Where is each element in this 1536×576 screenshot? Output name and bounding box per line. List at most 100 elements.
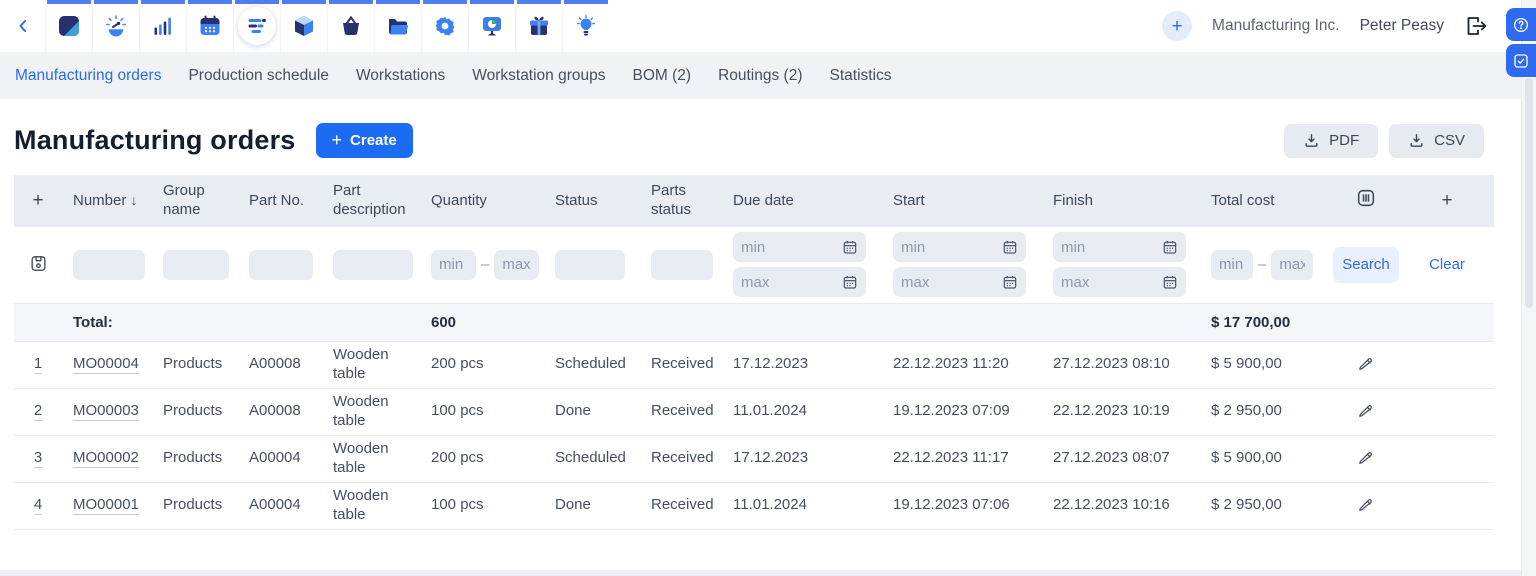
filter-start-min-input[interactable] bbox=[893, 232, 1026, 262]
table-row: 2 MO00003 Products A00008 Wooden table 1… bbox=[14, 388, 1494, 435]
table-row: 3 MO00002 Products A00004 Wooden table 2… bbox=[14, 435, 1494, 482]
row-index-link[interactable]: 1 bbox=[34, 355, 42, 374]
total-empty bbox=[238, 303, 322, 341]
cell-part-desc: Wooden table bbox=[322, 435, 420, 482]
cell-status: Done bbox=[544, 482, 640, 529]
col-header-parts-status[interactable]: Parts status bbox=[640, 175, 722, 227]
filter-status-input[interactable] bbox=[555, 250, 625, 280]
quick-add-button[interactable]: + bbox=[1162, 11, 1192, 41]
filter-due-date-max-input[interactable] bbox=[733, 267, 866, 297]
col-header-due-date[interactable]: Due date bbox=[722, 175, 882, 227]
production-planning-icon bbox=[238, 7, 276, 45]
tab-statistics[interactable]: Statistics bbox=[830, 67, 892, 85]
filter-finish-min-input[interactable] bbox=[1053, 232, 1186, 262]
back-button[interactable] bbox=[0, 0, 45, 52]
save-filter-button[interactable] bbox=[29, 254, 48, 276]
cell-due-date: 11.01.2024 bbox=[722, 482, 882, 529]
cell-due-date: 11.01.2024 bbox=[722, 388, 882, 435]
filter-part-no-cell bbox=[238, 227, 322, 303]
row-index-link[interactable]: 2 bbox=[34, 402, 42, 421]
module-tab-settings[interactable] bbox=[421, 0, 468, 52]
filter-parts-status-input[interactable] bbox=[651, 250, 713, 280]
edit-button[interactable] bbox=[1357, 354, 1375, 375]
filter-cost-max-input[interactable] bbox=[1271, 250, 1313, 280]
filter-part-desc-input[interactable] bbox=[333, 250, 413, 280]
filter-group-input[interactable] bbox=[163, 250, 229, 280]
search-button[interactable]: Search bbox=[1333, 247, 1399, 283]
filter-cost-min-input[interactable] bbox=[1211, 250, 1253, 280]
col-header-part-description[interactable]: Part description bbox=[322, 175, 420, 227]
procurement-basket-icon bbox=[332, 7, 370, 45]
col-header-finish[interactable]: Finish bbox=[1042, 175, 1200, 227]
rewards-gift-icon bbox=[520, 7, 558, 45]
csv-label: CSV bbox=[1434, 132, 1465, 149]
row-index-link[interactable]: 4 bbox=[34, 496, 42, 515]
col-header-start[interactable]: Start bbox=[882, 175, 1042, 227]
tab-workstations[interactable]: Workstations bbox=[356, 67, 445, 85]
module-tab-rewards[interactable] bbox=[515, 0, 562, 52]
ideas-bulb-icon bbox=[567, 7, 605, 45]
filter-number-input[interactable] bbox=[73, 250, 145, 280]
row-index-link[interactable]: 3 bbox=[34, 449, 42, 468]
filter-part-no-input[interactable] bbox=[249, 250, 313, 280]
add-column-icon[interactable]: + bbox=[1441, 190, 1452, 211]
range-separator: – bbox=[1258, 256, 1266, 273]
edit-button[interactable] bbox=[1357, 448, 1375, 469]
cell-parts-status: Received bbox=[640, 482, 722, 529]
filter-finish-cell bbox=[1042, 227, 1200, 303]
module-tab-calendar[interactable] bbox=[186, 0, 233, 52]
col-header-quantity[interactable]: Quantity bbox=[420, 175, 544, 227]
help-button[interactable] bbox=[1506, 8, 1536, 41]
module-tab-ideas[interactable] bbox=[562, 0, 609, 52]
col-header-number[interactable]: Number ↓ bbox=[62, 175, 152, 227]
export-pdf-button[interactable]: PDF bbox=[1284, 124, 1378, 158]
module-tab-app-logo[interactable] bbox=[45, 0, 92, 52]
clear-button[interactable]: Clear bbox=[1423, 255, 1471, 274]
create-button[interactable]: + Create bbox=[316, 123, 413, 158]
logout-button[interactable] bbox=[1464, 14, 1488, 38]
scrollbar-thumb[interactable] bbox=[1525, 78, 1533, 308]
order-number-link[interactable]: MO00002 bbox=[73, 449, 139, 468]
filter-finish-max-input[interactable] bbox=[1053, 267, 1186, 297]
cell-start: 19.12.2023 07:09 bbox=[882, 388, 1042, 435]
order-number-link[interactable]: MO00003 bbox=[73, 402, 139, 421]
order-number-link[interactable]: MO00004 bbox=[73, 355, 139, 374]
onboarding-checklist-button[interactable] bbox=[1506, 44, 1536, 77]
tab-production-schedule[interactable]: Production schedule bbox=[188, 67, 328, 85]
module-tab-procurement[interactable] bbox=[327, 0, 374, 52]
module-tab-statistics[interactable] bbox=[139, 0, 186, 52]
export-csv-button[interactable]: CSV bbox=[1389, 124, 1484, 158]
tab-workstation-groups[interactable]: Workstation groups bbox=[472, 67, 605, 85]
scrollbar[interactable] bbox=[1521, 0, 1536, 576]
save-filter-icon bbox=[29, 254, 48, 273]
dashboard-gauge-icon bbox=[97, 7, 135, 45]
orders-table: + Number ↓ Group name Part No. Part desc… bbox=[14, 175, 1494, 530]
filter-quantity-max-input[interactable] bbox=[494, 250, 539, 280]
tab-manufacturing-orders[interactable]: Manufacturing orders bbox=[15, 67, 161, 85]
module-tab-production-planning[interactable] bbox=[233, 0, 280, 52]
user-name[interactable]: Peter Peasy bbox=[1360, 17, 1444, 35]
filter-quantity-min-input[interactable] bbox=[431, 250, 476, 280]
tab-routings[interactable]: Routings (2) bbox=[718, 67, 802, 85]
module-tab-stock[interactable] bbox=[280, 0, 327, 52]
col-header-status[interactable]: Status bbox=[544, 175, 640, 227]
edit-button[interactable] bbox=[1357, 495, 1375, 516]
edit-button[interactable] bbox=[1357, 401, 1375, 422]
order-number-link[interactable]: MO00001 bbox=[73, 496, 139, 515]
table-row: 4 MO00001 Products A00004 Wooden table 1… bbox=[14, 482, 1494, 529]
col-header-total-cost[interactable]: Total cost bbox=[1200, 175, 1332, 227]
pencil-icon bbox=[1357, 401, 1375, 419]
module-tab-dashboard[interactable] bbox=[92, 0, 139, 52]
column-settings-icon[interactable] bbox=[1355, 187, 1377, 209]
module-tab-documents[interactable] bbox=[374, 0, 421, 52]
col-header-group-name[interactable]: Group name bbox=[152, 175, 238, 227]
add-order-icon[interactable]: + bbox=[32, 190, 43, 211]
cell-total-cost: $ 2 950,00 bbox=[1200, 482, 1332, 529]
module-tab-reports[interactable] bbox=[468, 0, 515, 52]
filter-due-date-min-input[interactable] bbox=[733, 232, 866, 262]
company-name[interactable]: Manufacturing Inc. bbox=[1212, 17, 1340, 35]
filter-start-max-input[interactable] bbox=[893, 267, 1026, 297]
col-header-part-no[interactable]: Part No. bbox=[238, 175, 322, 227]
tab-bom[interactable]: BOM (2) bbox=[633, 67, 692, 85]
cell-total-cost: $ 5 900,00 bbox=[1200, 341, 1332, 388]
